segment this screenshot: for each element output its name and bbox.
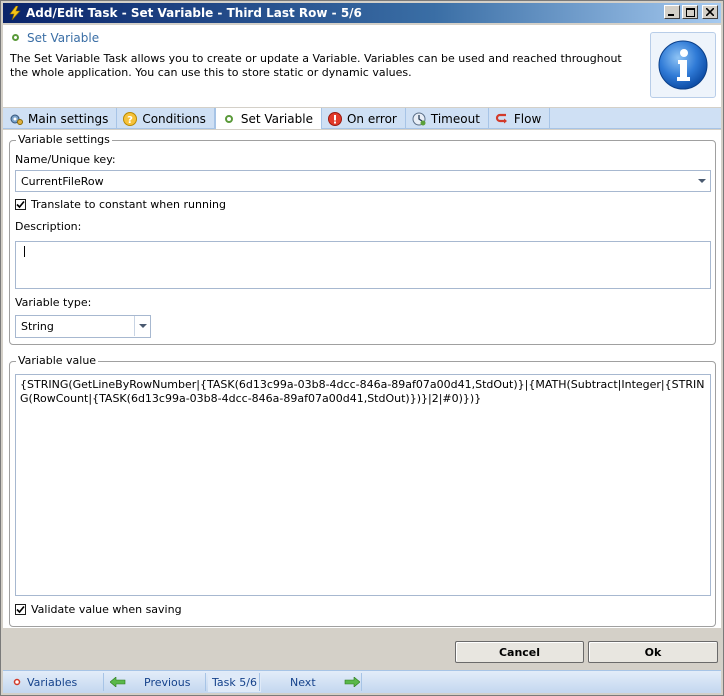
cancel-button[interactable]: Cancel bbox=[455, 641, 584, 663]
dot-icon bbox=[222, 112, 236, 126]
translate-checkbox-row[interactable]: Translate to constant when running bbox=[15, 198, 226, 211]
nav-divider bbox=[205, 673, 206, 691]
tab-flow[interactable]: Flow bbox=[489, 108, 551, 129]
tab-label: Set Variable bbox=[240, 111, 313, 126]
window-title: Add/Edit Task - Set Variable - Third Las… bbox=[26, 6, 362, 20]
variable-value-legend: Variable value bbox=[16, 354, 99, 367]
previous-label: Previous bbox=[144, 675, 191, 689]
previous-link[interactable]: Previous bbox=[110, 671, 191, 693]
task-header-title: Set Variable bbox=[27, 31, 100, 45]
info-icon bbox=[650, 32, 716, 98]
arrow-left-icon bbox=[110, 677, 126, 687]
tab-label: Timeout bbox=[430, 111, 480, 126]
tab-label: Conditions bbox=[142, 111, 206, 126]
name-combobox-value: CurrentFileRow bbox=[21, 174, 104, 188]
tab-on-error[interactable]: On error bbox=[322, 108, 406, 129]
task-header-description: The Set Variable Task allows you to crea… bbox=[10, 52, 622, 79]
text-caret bbox=[24, 246, 25, 257]
variable-value-group: Variable value {STRING(GetLineByRowNumbe… bbox=[9, 354, 716, 627]
tab-timeout[interactable]: Timeout bbox=[406, 108, 489, 129]
tab-bar: Main settings ? Conditions Set Variable … bbox=[3, 108, 721, 129]
error-icon bbox=[327, 111, 342, 126]
variable-settings-group: Variable settings Name/Unique key: Curre… bbox=[9, 133, 716, 345]
name-label: Name/Unique key: bbox=[15, 153, 116, 166]
chevron-down-icon[interactable] bbox=[134, 316, 150, 336]
tab-conditions[interactable]: ? Conditions bbox=[117, 108, 215, 129]
dialog-window: Add/Edit Task - Set Variable - Third Las… bbox=[0, 0, 724, 696]
variables-link[interactable]: Variables bbox=[13, 671, 77, 693]
arrow-right-icon bbox=[344, 677, 360, 687]
variable-type-value: String bbox=[21, 320, 54, 333]
close-button[interactable] bbox=[702, 5, 718, 19]
timeout-icon bbox=[412, 112, 426, 126]
variable-type-select[interactable]: String bbox=[15, 315, 151, 338]
bottom-nav: Variables Previous Task 5/6 Next bbox=[3, 670, 721, 693]
variable-value-text: {STRING(GetLineByRowNumber|{TASK(6d13c99… bbox=[20, 378, 705, 405]
minimize-icon bbox=[668, 14, 674, 16]
maximize-button[interactable] bbox=[682, 5, 698, 19]
title-bar[interactable]: Add/Edit Task - Set Variable - Third Las… bbox=[3, 3, 721, 23]
next-link[interactable]: Next bbox=[290, 671, 360, 693]
description-label: Description: bbox=[15, 220, 82, 233]
tab-content: Variable settings Name/Unique key: Curre… bbox=[3, 130, 721, 628]
validate-label: Validate value when saving bbox=[31, 603, 182, 616]
validate-checkbox[interactable] bbox=[15, 604, 26, 615]
question-icon: ? bbox=[123, 111, 138, 126]
checkmark-icon bbox=[16, 200, 25, 209]
variable-type-label: Variable type: bbox=[15, 296, 92, 309]
flow-icon bbox=[495, 112, 509, 126]
tab-label: On error bbox=[346, 111, 397, 126]
chevron-down-icon[interactable] bbox=[694, 171, 710, 191]
next-label: Next bbox=[290, 675, 316, 689]
green-dot-icon bbox=[12, 34, 19, 41]
minimize-button[interactable] bbox=[664, 5, 680, 19]
nav-divider bbox=[361, 673, 362, 691]
tab-main-settings[interactable]: Main settings bbox=[3, 108, 118, 129]
checkmark-icon bbox=[16, 605, 25, 614]
validate-checkbox-row[interactable]: Validate value when saving bbox=[15, 603, 182, 616]
translate-checkbox[interactable] bbox=[15, 199, 26, 210]
maximize-icon bbox=[685, 7, 695, 17]
close-icon bbox=[706, 8, 714, 16]
tab-label: Flow bbox=[513, 111, 542, 126]
settings-icon bbox=[9, 112, 23, 126]
ok-button[interactable]: Ok bbox=[588, 641, 718, 663]
translate-label: Translate to constant when running bbox=[31, 198, 226, 211]
tab-set-variable[interactable]: Set Variable bbox=[214, 108, 322, 129]
nav-divider bbox=[103, 673, 104, 691]
description-textarea[interactable] bbox=[15, 241, 711, 289]
svg-text:?: ? bbox=[127, 115, 133, 126]
name-combobox[interactable]: CurrentFileRow bbox=[15, 170, 711, 192]
task-header: Set Variable The Set Variable Task allow… bbox=[3, 25, 721, 107]
tab-label: Main settings bbox=[28, 111, 109, 126]
variables-dot-icon bbox=[13, 678, 21, 686]
lightning-icon bbox=[8, 6, 22, 20]
variables-label: Variables bbox=[27, 675, 78, 689]
task-position: Task 5/6 bbox=[208, 672, 261, 692]
nav-divider bbox=[259, 673, 260, 691]
variable-value-textarea[interactable]: {STRING(GetLineByRowNumber|{TASK(6d13c99… bbox=[15, 374, 711, 596]
variable-settings-legend: Variable settings bbox=[16, 133, 112, 146]
